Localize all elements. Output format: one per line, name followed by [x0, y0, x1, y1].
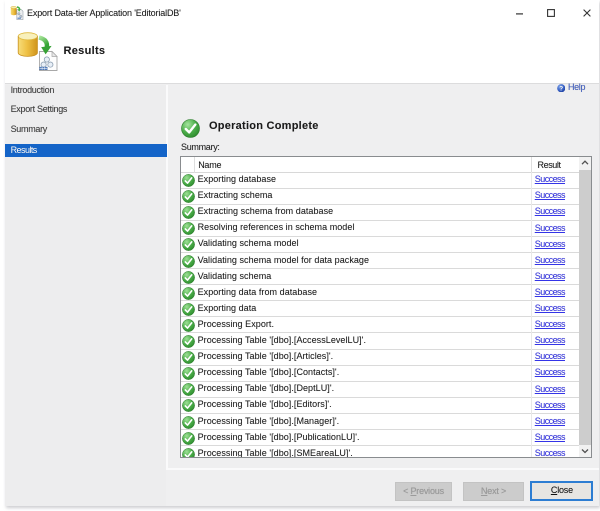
svg-text:?: ? — [559, 85, 563, 92]
